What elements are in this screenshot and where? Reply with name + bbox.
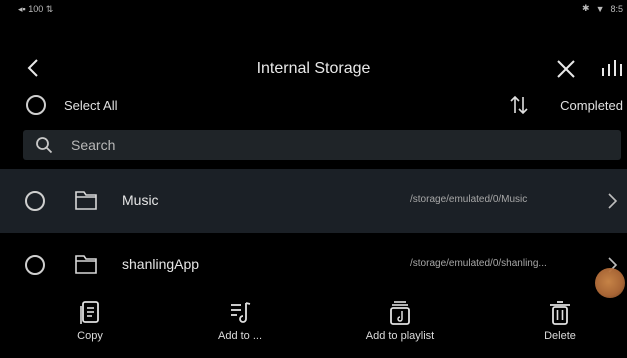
delete-icon: [550, 301, 570, 325]
select-all-label[interactable]: Select All: [64, 98, 117, 113]
item-path: /storage/emulated/0/shanling...: [410, 258, 547, 269]
status-right: ✱ ▼ 8:5: [582, 3, 623, 14]
chevron-right-icon[interactable]: [606, 191, 618, 211]
copy-button[interactable]: Copy: [72, 300, 108, 342]
item-path: /storage/emulated/0/Music: [410, 194, 528, 205]
bottom-toolbar: Copy Add to ... Add to playlist Delete: [0, 300, 627, 358]
list-item[interactable]: shanlingApp /storage/emulated/0/shanling…: [0, 233, 627, 297]
completed-button[interactable]: Completed: [560, 98, 623, 113]
folder-icon: [75, 255, 97, 274]
search-input[interactable]: Search: [71, 137, 115, 153]
sort-icon[interactable]: [508, 95, 530, 115]
page-title: Internal Storage: [256, 60, 371, 77]
status-time: 8:5: [610, 3, 623, 14]
list-item[interactable]: Music /storage/emulated/0/Music: [0, 169, 627, 233]
file-list: Music /storage/emulated/0/Music shanling…: [0, 169, 627, 297]
add-to-button[interactable]: Add to ...: [214, 300, 266, 342]
add-to-playlist-icon: [390, 301, 410, 325]
add-to-playlist-label: Add to playlist: [365, 330, 435, 342]
select-all-row: Select All Completed: [0, 91, 627, 121]
status-left-text: ◂▪ 100 ⇅: [18, 4, 54, 14]
item-name: shanlingApp: [122, 256, 200, 272]
floating-touch-button[interactable]: [595, 268, 625, 298]
search-icon: [36, 137, 53, 154]
item-radio[interactable]: [25, 255, 45, 275]
header: Internal Storage: [0, 52, 627, 86]
copy-label: Copy: [77, 330, 103, 342]
search-bar[interactable]: Search: [23, 130, 621, 160]
equalizer-icon[interactable]: [599, 58, 623, 78]
item-radio[interactable]: [25, 191, 45, 211]
wifi-icon: ▼: [595, 3, 605, 14]
file-manager-screen: ◂▪ 100 ⇅ ✱ ▼ 8:5 Internal Storage Select…: [0, 0, 627, 358]
add-to-label: Add to ...: [217, 330, 263, 342]
item-name: Music: [122, 192, 159, 208]
copy-icon: [80, 301, 99, 324]
status-bar: ◂▪ 100 ⇅ ✱ ▼ 8:5: [0, 0, 627, 16]
add-to-playlist-button[interactable]: Add to playlist: [358, 300, 442, 342]
folder-icon: [75, 191, 97, 210]
bluetooth-icon: ✱: [582, 3, 590, 13]
delete-button[interactable]: Delete: [538, 300, 582, 342]
close-icon[interactable]: [555, 56, 577, 80]
delete-label: Delete: [544, 330, 576, 342]
add-to-icon: [231, 302, 251, 323]
select-all-radio[interactable]: [26, 95, 46, 115]
